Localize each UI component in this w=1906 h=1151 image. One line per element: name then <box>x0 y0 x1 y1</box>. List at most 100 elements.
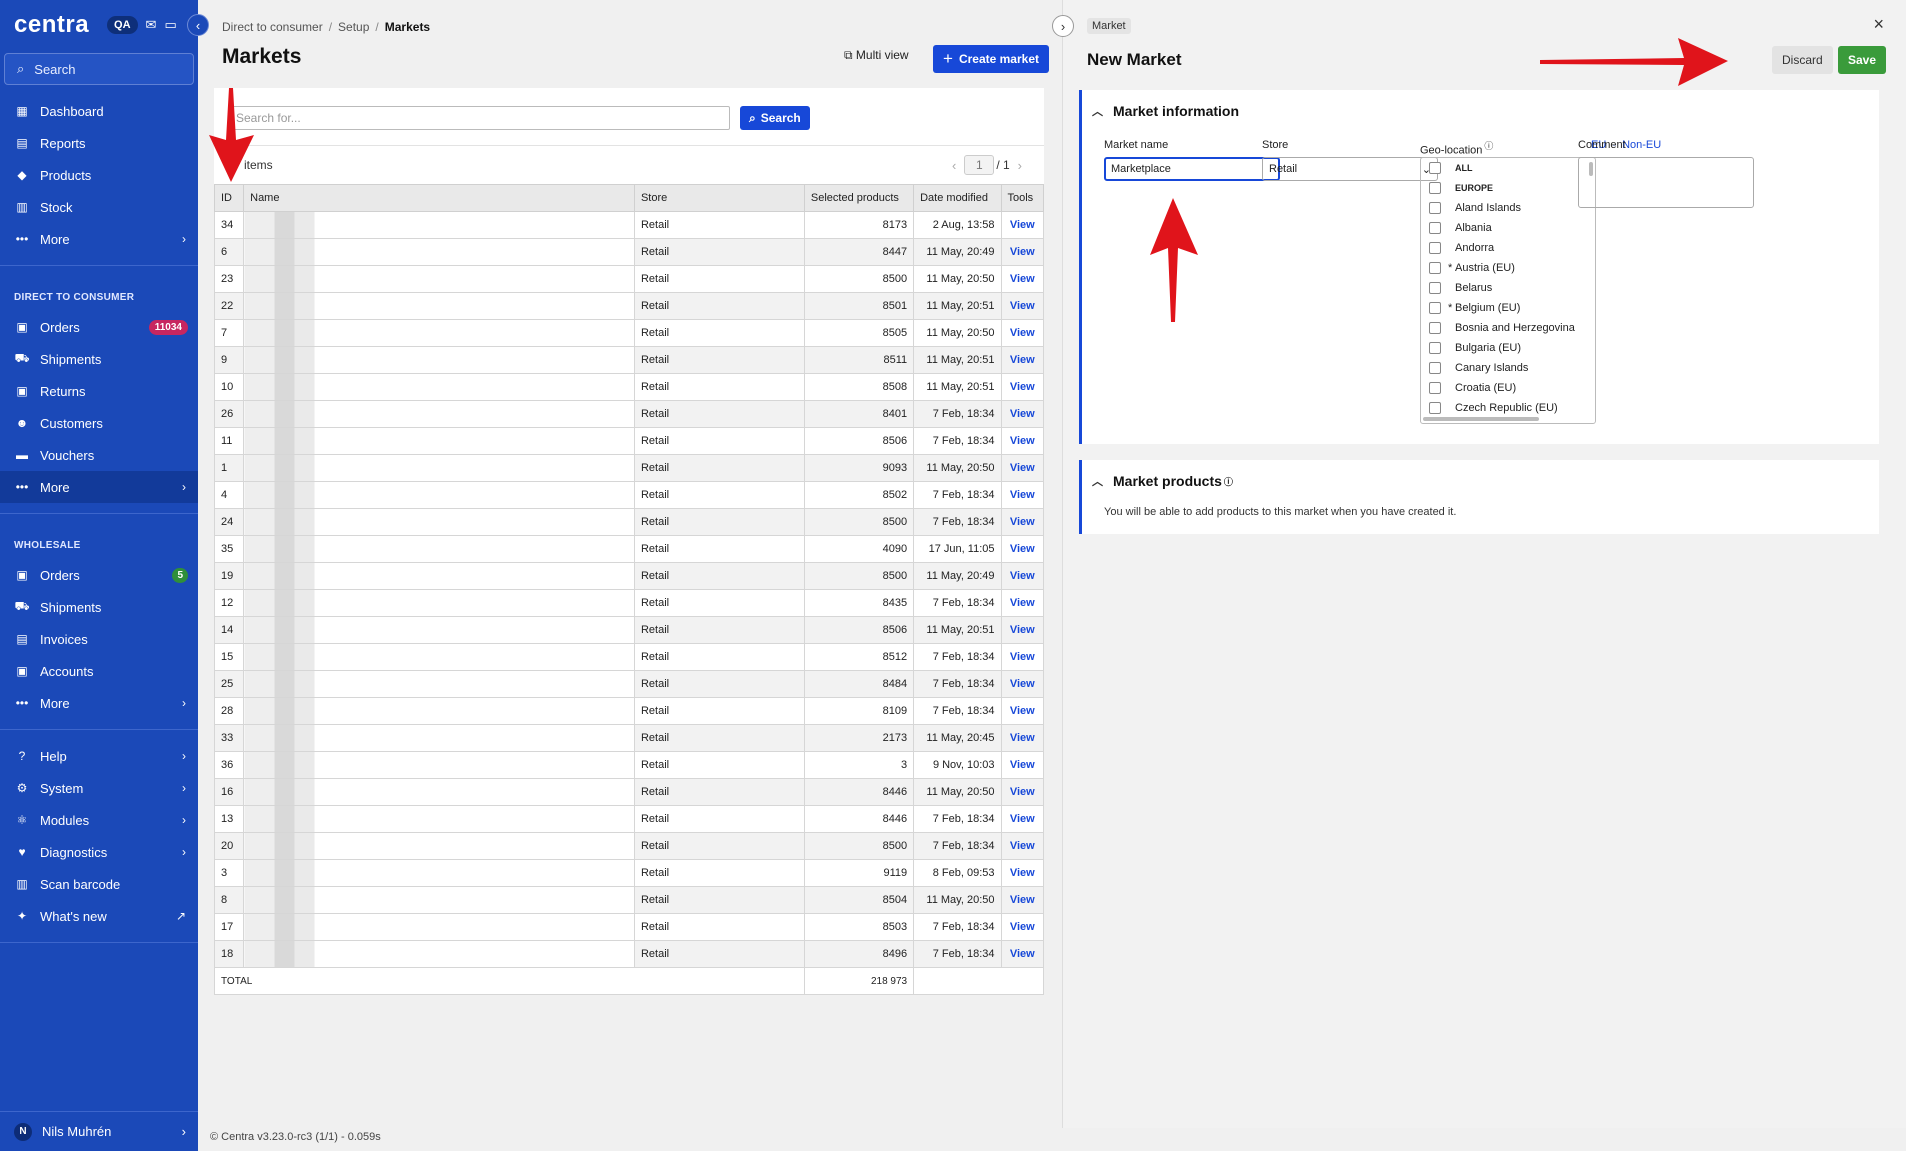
create-market-button[interactable]: + Create market <box>933 45 1049 73</box>
view-link[interactable]: View <box>1000 697 1044 725</box>
mail-icon[interactable]: ✉ <box>146 17 157 33</box>
checkbox[interactable] <box>1429 342 1441 354</box>
sidebar-item-customers[interactable]: ☻ Customers <box>0 407 198 439</box>
checkbox[interactable] <box>1429 222 1441 234</box>
sidebar-item-accounts[interactable]: ▣ Accounts <box>0 655 198 687</box>
column-header-name[interactable]: Name <box>243 184 635 212</box>
table-row[interactable]: 10 Retail 8508 11 May, 20:51 View <box>213 373 1044 401</box>
table-row[interactable]: 18 Retail 8496 7 Feb, 18:34 View <box>213 940 1044 968</box>
table-row[interactable]: 17 Retail 8503 7 Feb, 18:34 View <box>213 913 1044 941</box>
sidebar-item-scan-barcode[interactable]: ▥ Scan barcode <box>0 868 198 900</box>
geo-option[interactable]: Belarus <box>1421 278 1595 298</box>
sidebar-item-what-s-new[interactable]: ✦ What's new ↗ <box>0 900 198 932</box>
view-link[interactable]: View <box>1000 859 1044 887</box>
geo-option[interactable]: * Austria (EU) <box>1421 258 1595 278</box>
view-link[interactable]: View <box>1000 346 1044 374</box>
close-icon[interactable]: × <box>1873 14 1884 35</box>
table-row[interactable]: 12 Retail 8435 7 Feb, 18:34 View <box>213 589 1044 617</box>
centra-logo[interactable]: centra <box>14 11 89 39</box>
sidebar-item-dashboard[interactable]: ▦ Dashboard <box>0 95 198 127</box>
table-row[interactable]: 16 Retail 8446 11 May, 20:50 View <box>213 778 1044 806</box>
view-link[interactable]: View <box>1000 589 1044 617</box>
sidebar-item-diagnostics[interactable]: ♥ Diagnostics › <box>0 836 198 868</box>
breadcrumb-direct-to-consumer[interactable]: Direct to consumer <box>222 20 323 34</box>
table-row[interactable]: 15 Retail 8512 7 Feb, 18:34 View <box>213 643 1044 671</box>
table-row[interactable]: 23 Retail 8500 11 May, 20:50 View <box>213 265 1044 293</box>
view-link[interactable]: View <box>1000 886 1044 914</box>
view-link[interactable]: View <box>1000 400 1044 428</box>
checkbox[interactable] <box>1429 202 1441 214</box>
checkbox[interactable] <box>1429 162 1441 174</box>
market-information-header[interactable]: ︿ Market information <box>1092 103 1239 119</box>
view-link[interactable]: View <box>1000 292 1044 320</box>
table-row[interactable]: 14 Retail 8506 11 May, 20:51 View <box>213 616 1044 644</box>
info-icon[interactable]: ⓘ <box>1224 475 1233 488</box>
geo-option[interactable]: Bosnia and Herzegovina <box>1421 318 1595 338</box>
expand-panel-button[interactable]: › <box>1052 15 1074 37</box>
checkbox[interactable] <box>1429 402 1441 414</box>
checkbox[interactable] <box>1429 362 1441 374</box>
card-icon[interactable]: ▭ <box>164 17 176 33</box>
geo-list-hscrollbar[interactable] <box>1423 417 1539 421</box>
table-row[interactable]: 13 Retail 8446 7 Feb, 18:34 View <box>213 805 1044 833</box>
view-link[interactable]: View <box>1000 913 1044 941</box>
table-row[interactable]: 25 Retail 8484 7 Feb, 18:34 View <box>213 670 1044 698</box>
view-link[interactable]: View <box>1000 643 1044 671</box>
table-row[interactable]: 11 Retail 8506 7 Feb, 18:34 View <box>213 427 1044 455</box>
table-row[interactable]: 8 Retail 8504 11 May, 20:50 View <box>213 886 1044 914</box>
table-row[interactable]: 20 Retail 8500 7 Feb, 18:34 View <box>213 832 1044 860</box>
table-row[interactable]: 9 Retail 8511 11 May, 20:51 View <box>213 346 1044 374</box>
market-products-header[interactable]: ︿ Market products ⓘ <box>1092 473 1233 489</box>
table-row[interactable]: 26 Retail 8401 7 Feb, 18:34 View <box>213 400 1044 428</box>
view-link[interactable]: View <box>1000 373 1044 401</box>
info-icon[interactable]: ⓘ <box>1484 141 1493 151</box>
geo-location-list[interactable]: ALL EUROPE Aland Islands Albania Andorra * Aus… <box>1420 157 1596 424</box>
view-link[interactable]: View <box>1000 454 1044 482</box>
sidebar-item-stock[interactable]: ▥ Stock <box>0 191 198 223</box>
view-link[interactable]: View <box>1000 805 1044 833</box>
sidebar-item-more[interactable]: ••• More › <box>0 687 198 719</box>
sidebar-search[interactable]: ⌕ Search <box>4 53 194 85</box>
view-link[interactable]: View <box>1000 832 1044 860</box>
sidebar-item-help[interactable]: ? Help › <box>0 740 198 772</box>
geo-option[interactable]: EUROPE <box>1421 178 1595 198</box>
sidebar-item-orders[interactable]: ▣ Orders 11034 <box>0 311 198 343</box>
discard-button[interactable]: Discard <box>1772 46 1833 74</box>
sidebar-item-vouchers[interactable]: ▬ Vouchers <box>0 439 198 471</box>
table-row[interactable]: 33 Retail 2173 11 May, 20:45 View <box>213 724 1044 752</box>
column-header-selected-products[interactable]: Selected products <box>803 184 915 212</box>
sidebar-item-orders[interactable]: ▣ Orders 5 <box>0 559 198 591</box>
view-link[interactable]: View <box>1000 535 1044 563</box>
column-header-date-modified[interactable]: Date modified <box>913 184 1002 212</box>
view-link[interactable]: View <box>1000 427 1044 455</box>
comment-textarea[interactable] <box>1578 157 1754 208</box>
geo-option[interactable]: Aland Islands <box>1421 198 1595 218</box>
geo-option[interactable]: Albania <box>1421 218 1595 238</box>
view-link[interactable]: View <box>1000 319 1044 347</box>
view-link[interactable]: View <box>1000 265 1044 293</box>
view-link[interactable]: View <box>1000 508 1044 536</box>
user-menu[interactable]: N Nils Muhrén › <box>0 1111 198 1151</box>
view-link[interactable]: View <box>1000 238 1044 266</box>
table-row[interactable]: 22 Retail 8501 11 May, 20:51 View <box>213 292 1044 320</box>
sidebar-item-returns[interactable]: ▣ Returns <box>0 375 198 407</box>
geo-option[interactable]: Czech Republic (EU) <box>1421 398 1595 418</box>
sidebar-item-products[interactable]: ◆ Products <box>0 159 198 191</box>
table-row[interactable]: 34 Retail 8173 2 Aug, 13:58 View <box>213 211 1044 239</box>
page-input[interactable]: 1 <box>964 155 995 175</box>
geo-option[interactable]: ALL <box>1421 158 1595 178</box>
column-header-store[interactable]: Store <box>633 184 805 212</box>
geo-option[interactable]: Andorra <box>1421 238 1595 258</box>
sidebar-item-reports[interactable]: ▤ Reports <box>0 127 198 159</box>
checkbox[interactable] <box>1429 262 1441 274</box>
view-link[interactable]: View <box>1000 751 1044 779</box>
table-row[interactable]: 36 Retail 3 9 Nov, 10:03 View <box>213 751 1044 779</box>
view-link[interactable]: View <box>1000 481 1044 509</box>
table-row[interactable]: 3 Retail 9119 8 Feb, 09:53 View <box>213 859 1044 887</box>
geo-option[interactable]: Bulgaria (EU) <box>1421 338 1595 358</box>
table-row[interactable]: 4 Retail 8502 7 Feb, 18:34 View <box>213 481 1044 509</box>
sidebar-item-modules[interactable]: ⚛ Modules › <box>0 804 198 836</box>
store-select[interactable]: Retail ⌄ <box>1262 157 1438 181</box>
sidebar-item-shipments[interactable]: ⛟ Shipments <box>0 591 198 623</box>
geo-link-non-eu[interactable]: Non-EU <box>1622 139 1661 151</box>
